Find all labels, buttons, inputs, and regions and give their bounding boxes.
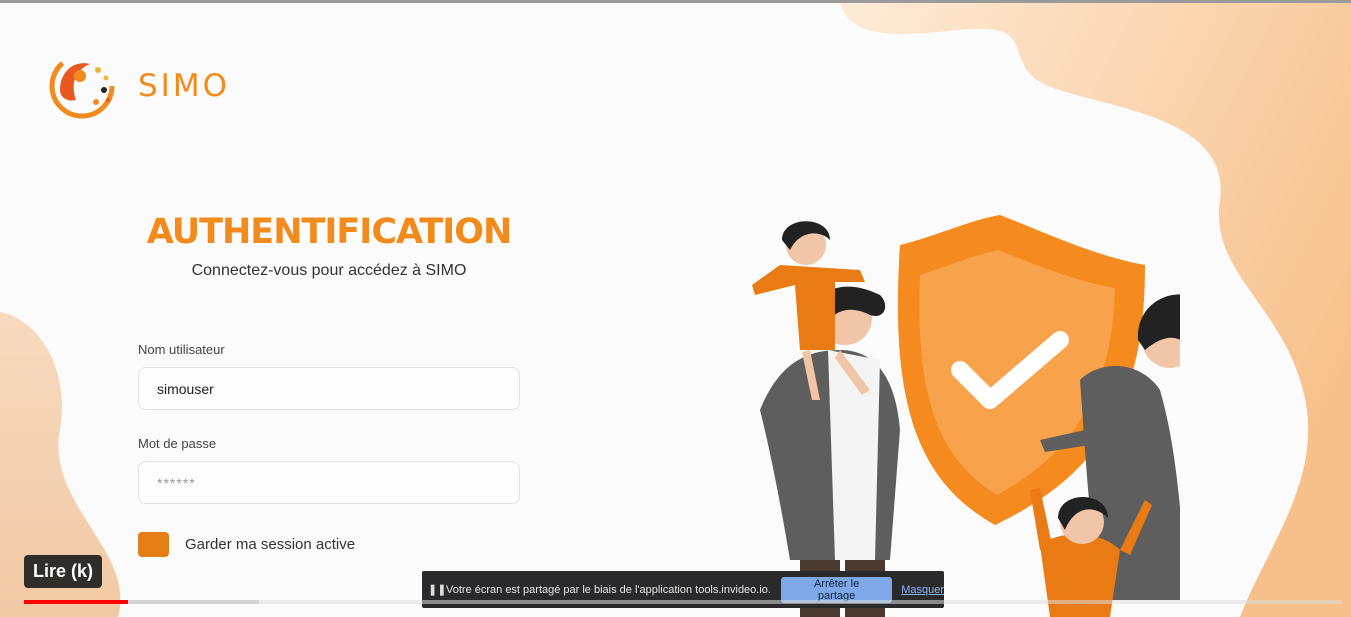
hide-link[interactable]: Masquer xyxy=(901,584,944,596)
username-input[interactable] xyxy=(138,367,520,410)
page-title: AUTHENTIFICATION xyxy=(146,212,513,252)
share-message: Votre écran est partagé par le biais de … xyxy=(446,583,771,596)
progress-played xyxy=(24,600,129,604)
remember-label: Garder ma session active xyxy=(185,536,356,553)
play-tooltip: Lire (k) xyxy=(24,555,103,588)
family-shield-illustration xyxy=(752,215,1180,617)
remember-checkbox[interactable] xyxy=(138,532,169,557)
password-input[interactable] xyxy=(138,461,520,504)
username-label: Nom utilisateur xyxy=(138,342,225,357)
page-subtitle: Connectez-vous pour accédez à SIMO xyxy=(191,262,467,279)
password-label: Mot de passe xyxy=(138,436,217,451)
stop-sharing-button[interactable]: Arrêter le partage xyxy=(780,576,893,603)
video-progress-bar[interactable] xyxy=(24,600,1342,604)
pause-icon: ❚❚ xyxy=(428,584,447,596)
brand-name: SIMO xyxy=(138,68,230,104)
